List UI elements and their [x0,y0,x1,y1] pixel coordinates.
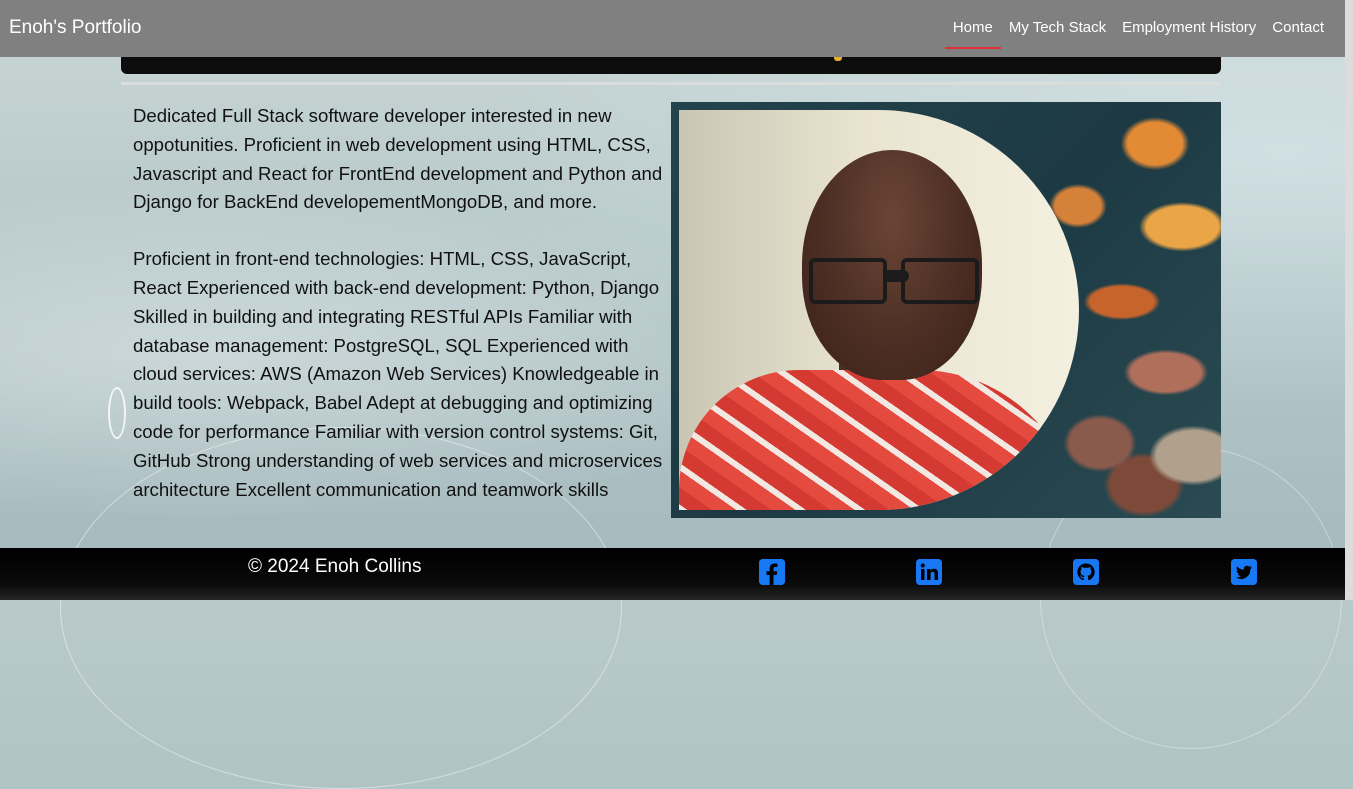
divider [121,82,1221,85]
about-text: Dedicated Full Stack software developer … [133,102,663,532]
top-navbar: Enoh's Portfolio Home My Tech Stack Empl… [0,0,1353,57]
facebook-icon[interactable] [759,559,785,585]
about-paragraph-skills: Proficient in front-end technologies: HT… [133,248,663,500]
photo-glasses [809,258,979,304]
nav-link-employment-history[interactable]: Employment History [1122,0,1256,47]
page-footer: © 2024 Enoh Collins [0,548,1345,600]
brand-title[interactable]: Enoh's Portfolio [9,17,141,39]
banner-accent [834,57,842,61]
nav-link-contact[interactable]: Contact [1272,0,1324,47]
twitter-icon[interactable] [1231,559,1257,585]
linkedin-icon[interactable] [916,559,942,585]
nav-link-home[interactable]: Home [944,0,1001,49]
nav-links: Home My Tech Stack Employment History Co… [937,0,1324,57]
github-icon[interactable] [1073,559,1099,585]
about-paragraph-intro: Dedicated Full Stack software developer … [133,105,663,213]
profile-photo-frame [679,110,1079,510]
decorative-ring [108,387,126,439]
page-scrollbar[interactable] [1345,0,1353,600]
photo-person-shirt [679,370,1079,510]
section-banner [121,57,1221,74]
profile-photo [671,102,1221,518]
nav-link-tech-stack[interactable]: My Tech Stack [1009,0,1106,47]
copyright-text: © 2024 Enoh Collins [248,556,422,577]
